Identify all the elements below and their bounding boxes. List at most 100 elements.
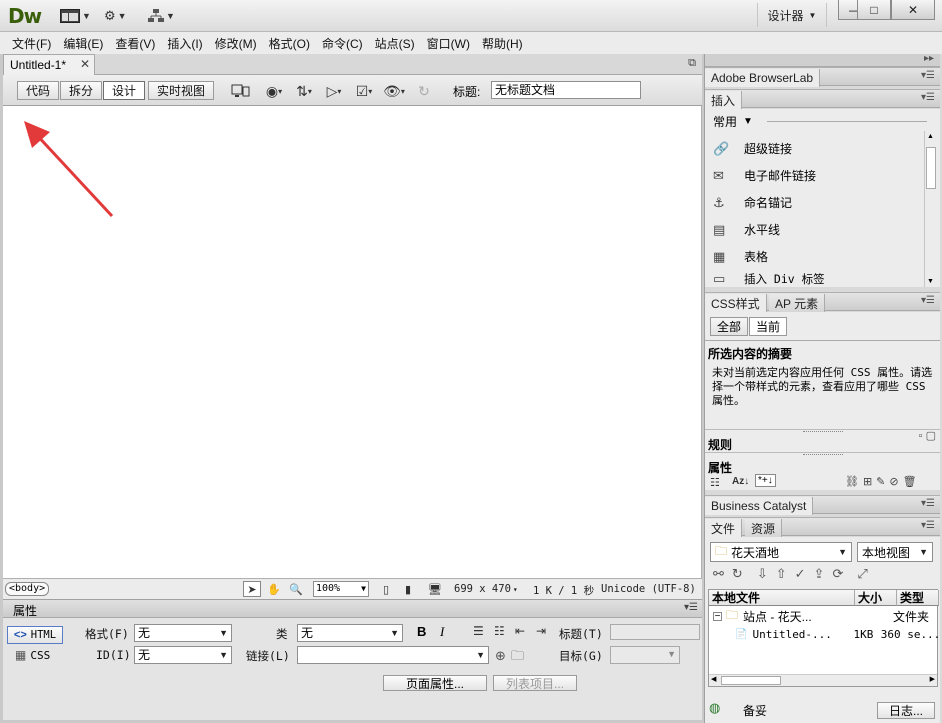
scroll-right-icon[interactable]: ▶ xyxy=(930,675,935,683)
col-type[interactable]: 类型 xyxy=(897,590,939,606)
menu-window[interactable]: 窗口(W) xyxy=(421,35,476,52)
col-size[interactable]: 大小 xyxy=(855,590,897,606)
rules-view-icons[interactable]: ▫ ▢ xyxy=(919,429,936,442)
put-files-icon[interactable]: ⇧ xyxy=(776,566,787,582)
phone-size-icon[interactable]: ▯ xyxy=(377,581,395,597)
check-in-icon[interactable]: ⇪ xyxy=(814,566,825,582)
desktop-size-icon[interactable]: 🖥 xyxy=(423,581,447,597)
zoom-select[interactable]: 100% ▼ xyxy=(313,581,369,597)
visual-aids-icon[interactable]: 👁 ▾ xyxy=(381,81,407,101)
multiscreen-icon[interactable] xyxy=(229,81,255,101)
select-tool-icon[interactable]: ➤ xyxy=(243,581,261,597)
scroll-up-icon[interactable]: ▲ xyxy=(927,133,934,140)
unordered-list-icon[interactable]: ☰ xyxy=(473,624,484,638)
validate-icon[interactable]: ☑ ▾ xyxy=(351,81,377,101)
show-category-icon[interactable]: ☷ xyxy=(710,476,720,489)
menu-commands[interactable]: 命令(C) xyxy=(316,35,369,52)
rules-resize-handle[interactable] xyxy=(705,452,940,458)
set-properties-icon[interactable]: *+↓ xyxy=(755,474,776,487)
html-mode-button[interactable]: <> HTML xyxy=(7,626,63,644)
css-all-button[interactable]: 全部 xyxy=(710,317,748,336)
col-local-files[interactable]: 本地文件 xyxy=(709,590,855,606)
class-select[interactable]: 无 ▼ xyxy=(297,624,403,642)
live-view-button[interactable]: 实时视图 xyxy=(148,81,214,100)
site-select[interactable]: 🗀 花天酒地 ▼ xyxy=(710,542,852,562)
outdent-icon[interactable]: ⇤ xyxy=(515,624,525,638)
code-view-button[interactable]: 代码 xyxy=(17,81,59,100)
panel-menu-icon[interactable]: ▾☰ xyxy=(921,520,935,531)
css-action-icons[interactable]: ⛓⊞✎⊘🗑 xyxy=(845,475,921,488)
panel-menu-icon[interactable]: ▾☰ xyxy=(921,92,935,103)
scroll-down-icon[interactable]: ▼ xyxy=(927,278,934,285)
page-properties-button[interactable]: 页面属性... xyxy=(383,675,487,691)
link-input[interactable]: ▼ xyxy=(297,646,489,664)
restore-window-icon[interactable]: ⧉ xyxy=(688,57,696,70)
bold-button[interactable]: B xyxy=(417,624,426,639)
collapse-icon[interactable]: − xyxy=(713,611,722,621)
tablet-size-icon[interactable]: ▮ xyxy=(399,581,417,597)
tab-insert[interactable]: 插入 xyxy=(705,91,743,109)
panel-menu-icon[interactable]: ▾☰ xyxy=(921,498,935,509)
check-out-icon[interactable]: ✓ xyxy=(795,566,806,582)
id-select[interactable]: 无 ▼ xyxy=(134,646,232,664)
summary-resize-handle[interactable] xyxy=(705,429,940,435)
sync-icon[interactable]: ⟳ xyxy=(832,566,843,582)
target-select[interactable]: ▼ xyxy=(610,646,680,664)
table-row[interactable]: − 🗀 站点 - 花天... 文件夹 xyxy=(713,608,937,624)
hscroll-thumb[interactable] xyxy=(721,676,781,685)
menu-insert[interactable]: 插入(I) xyxy=(161,35,208,52)
insert-item-email[interactable]: ✉ 电子邮件链接 xyxy=(713,162,816,189)
menu-file[interactable]: 文件(F) xyxy=(6,35,57,52)
insert-item-anchor[interactable]: ⚓ 命名锚记 xyxy=(713,189,792,216)
point-to-file-icon[interactable]: ⊕ xyxy=(495,648,506,664)
ordered-list-icon[interactable]: ☷ xyxy=(494,624,505,638)
title-field-input[interactable] xyxy=(610,624,700,640)
css-current-button[interactable]: 当前 xyxy=(749,317,787,336)
indent-icon[interactable]: ⇥ xyxy=(536,624,546,638)
view-select[interactable]: 本地视图 ▼ xyxy=(857,542,933,562)
insert-item-hyperlink[interactable]: 🔗 超级链接 xyxy=(713,135,792,162)
css-mode-button[interactable]: ▦ CSS xyxy=(15,648,50,662)
zoom-tool-icon[interactable]: 🔍 xyxy=(287,581,305,597)
list-item-button[interactable]: 列表项目... xyxy=(493,675,577,691)
expand-icon[interactable]: ⤢ xyxy=(857,566,867,582)
tab-browserlab[interactable]: Adobe BrowserLab xyxy=(705,69,821,87)
insert-item-table[interactable]: ▦ 表格 xyxy=(713,243,768,270)
gear-icon[interactable]: ⚙ ▼ xyxy=(104,7,127,25)
panel-menu-icon[interactable]: ▾☰ xyxy=(684,602,698,613)
scroll-left-icon[interactable]: ◀ xyxy=(711,675,716,683)
menu-edit[interactable]: 编辑(E) xyxy=(57,35,109,52)
panel-menu-icon[interactable]: ▾☰ xyxy=(921,70,935,81)
menu-view[interactable]: 查看(V) xyxy=(109,35,161,52)
tag-selector-body[interactable]: <body> xyxy=(5,582,50,596)
preview-browser-icon[interactable]: ◉ ▾ xyxy=(261,81,287,101)
files-hscrollbar[interactable]: ◀ ▶ xyxy=(709,674,937,686)
menu-site[interactable]: 站点(S) xyxy=(369,35,421,52)
design-view-button[interactable]: 设计 xyxy=(103,81,145,100)
debug-browser-icon[interactable]: ▷ ▾ xyxy=(321,81,347,101)
panel-menu-icon[interactable]: ▾☰ xyxy=(921,295,935,306)
split-view-button[interactable]: 拆分 xyxy=(60,81,102,100)
connect-icon[interactable]: ⚯ xyxy=(713,566,724,582)
site-map-icon[interactable]: ▼ xyxy=(148,7,175,25)
layout-icon[interactable]: ▼ xyxy=(60,7,91,25)
insert-scrollbar[interactable]: ▲ ▼ xyxy=(924,131,937,287)
workspace-switcher[interactable]: 设计器 ▼ xyxy=(757,3,827,27)
table-row[interactable]: 📄 Untitled-... 1KB 360 se... xyxy=(735,626,939,642)
tab-business-catalyst[interactable]: Business Catalyst xyxy=(705,497,814,515)
refresh-icon[interactable]: ↻ xyxy=(732,566,743,582)
browse-folder-icon[interactable]: 🗀 xyxy=(511,647,524,669)
panel-collapse-bar[interactable]: ▸▸ xyxy=(705,53,940,67)
refresh-icon[interactable]: ↻ xyxy=(411,81,437,101)
scrollbar-thumb[interactable] xyxy=(926,147,936,189)
tab-close-icon[interactable]: ✕ xyxy=(80,57,90,71)
document-tab[interactable]: Untitled-1* ✕ xyxy=(3,54,95,75)
window-size[interactable]: 699 x 470 ▾ xyxy=(454,583,518,595)
document-title-input[interactable]: 无标题文档 xyxy=(491,81,641,99)
menu-format[interactable]: 格式(O) xyxy=(263,35,316,52)
hand-tool-icon[interactable]: ✋ xyxy=(265,581,283,597)
sort-az-icon[interactable]: Az↓ xyxy=(732,476,749,487)
format-select[interactable]: 无 ▼ xyxy=(134,624,232,642)
log-button[interactable]: 日志... xyxy=(877,702,935,719)
maximize-button[interactable]: □ xyxy=(857,0,891,20)
